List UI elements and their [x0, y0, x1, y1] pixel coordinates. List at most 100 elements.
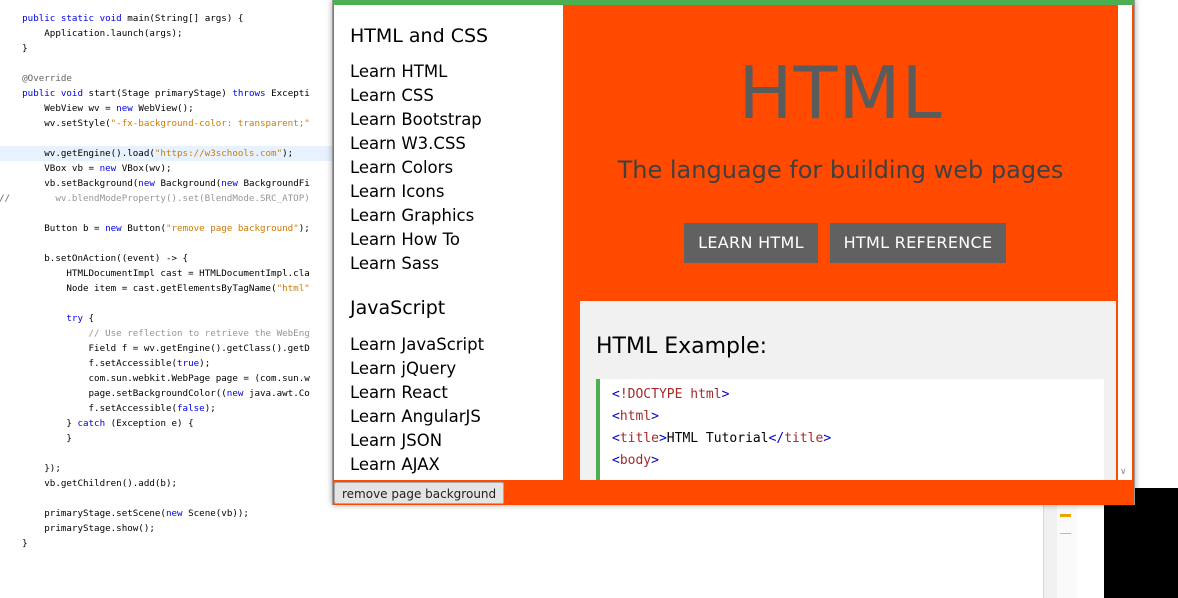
chevron-down-icon[interactable]: ∨	[1120, 467, 1127, 477]
warning-marker[interactable]	[1060, 514, 1071, 517]
code-line[interactable]: @Override	[0, 71, 340, 86]
code-line[interactable]	[0, 236, 340, 251]
code-line[interactable]: Node item = cast.getElementsByTagName("h…	[0, 281, 340, 296]
code-token: public static void	[22, 13, 122, 24]
example-code-line: <!DOCTYPE html>	[612, 387, 729, 402]
ide-error-stripe	[1057, 505, 1077, 598]
code-line[interactable]: // Use reflection to retrieve the WebEng	[0, 326, 340, 341]
code-token: );	[199, 358, 211, 369]
code-token: new	[165, 508, 183, 519]
code-line[interactable]: try {	[0, 311, 340, 326]
code-line[interactable]	[0, 206, 340, 221]
code-token: wv.getEngine().load(	[0, 148, 155, 159]
sidebar-link[interactable]: Learn Bootstrap	[350, 110, 482, 129]
code-line[interactable]	[0, 56, 340, 71]
code-line[interactable]: } catch (Exception e) {	[0, 416, 340, 431]
code-token: new	[99, 163, 117, 174]
code-token: java.awt.Co	[243, 388, 310, 399]
sidebar-link[interactable]: Learn jQuery	[350, 359, 456, 378]
code-token: throws	[232, 88, 266, 99]
code-line[interactable]: vb.setBackground(new Background(new Back…	[0, 176, 340, 191]
ide-scrollbar[interactable]	[1043, 505, 1058, 598]
remove-background-button[interactable]: remove page background	[334, 482, 505, 504]
sidebar-link[interactable]: Learn JSON	[350, 431, 442, 450]
code-line[interactable]: // wv.blendModeProperty().set(BlendMode.…	[0, 191, 340, 206]
code-line[interactable]: f.setAccessible(false);	[0, 401, 340, 416]
code-line[interactable]: public static void main(String[] args) {	[0, 11, 340, 26]
code-token: new	[138, 178, 155, 189]
code-token: >	[721, 387, 730, 402]
sidebar-link[interactable]: Learn HTML	[350, 62, 447, 81]
code-line[interactable]: WebView wv = new WebView();	[0, 101, 340, 116]
webview-scrollbar[interactable]: ∨	[1118, 5, 1132, 480]
code-line[interactable]: b.setOnAction((event) -> {	[0, 251, 340, 266]
code-token: HTMLDocumentImpl cast = HTMLDocumentImpl…	[0, 268, 310, 279]
code-token: HTML Tutorial	[666, 431, 769, 446]
code-token: public void	[22, 88, 83, 99]
sidebar-link[interactable]: Learn React	[350, 383, 448, 402]
code-line[interactable]: }	[0, 41, 340, 56]
code-token: com.sun.webkit.WebPage page = (com.sun.w	[0, 373, 310, 384]
code-line[interactable]	[0, 446, 340, 461]
code-line[interactable]: Field f = wv.getEngine().getClass().getD	[0, 341, 340, 356]
sidebar-link[interactable]: Learn AngularJS	[350, 407, 481, 426]
code-line[interactable]: primaryStage.setScene(new Scene(vb));	[0, 506, 340, 521]
example-code-line: <title>HTML Tutorial</title>	[612, 431, 831, 446]
code-token: try	[66, 313, 83, 324]
sidebar-link[interactable]: Learn W3.CSS	[350, 134, 466, 153]
code-line[interactable]: f.setAccessible(true);	[0, 356, 340, 371]
code-line[interactable]: Application.launch(args);	[0, 26, 340, 41]
sidebar-heading-javascript: JavaScript	[350, 297, 446, 319]
code-line[interactable]: }	[0, 536, 340, 551]
code-token: body	[619, 453, 652, 468]
code-token: Field f = wv.getEngine().getClass().getD	[0, 343, 310, 354]
code-line[interactable]: com.sun.webkit.WebPage page = (com.sun.w	[0, 371, 340, 386]
webview[interactable]: HTML and CSS Learn HTML Learn CSS Learn Bo…	[334, 5, 1118, 480]
html-reference-button[interactable]: HTML REFERENCE	[830, 223, 1006, 263]
code-line[interactable]	[0, 131, 340, 146]
code-area[interactable]: public static void main(String[] args) {…	[0, 11, 340, 551]
code-token: });	[0, 463, 61, 474]
code-token: WebView wv =	[0, 103, 117, 114]
code-line[interactable]	[0, 491, 340, 506]
code-token: new	[105, 223, 122, 234]
code-token: start(Stage primaryStage)	[83, 88, 233, 99]
learn-html-button[interactable]: LEARN HTML	[684, 223, 818, 263]
sidebar-link[interactable]: Learn Colors	[350, 158, 453, 177]
sidebar-link[interactable]: Learn CSS	[350, 86, 434, 105]
code-token: <	[612, 409, 620, 424]
code-line[interactable]: primaryStage.show();	[0, 521, 340, 536]
code-line[interactable]: public void start(Stage primaryStage) th…	[0, 86, 340, 101]
example-title: HTML Example:	[596, 334, 768, 359]
sidebar-link[interactable]: Learn Sass	[350, 254, 439, 273]
code-token: (Exception e) {	[105, 418, 194, 429]
code-token: Button(	[121, 223, 166, 234]
sidebar-link[interactable]: Learn How To	[350, 230, 460, 249]
sidebar-link[interactable]: Learn AJAX	[350, 455, 440, 474]
code-line[interactable]: VBox vb = new VBox(wv);	[0, 161, 340, 176]
code-token: catch	[77, 418, 106, 429]
code-line[interactable]: });	[0, 461, 340, 476]
code-line[interactable]: }	[0, 431, 340, 446]
sidebar: HTML and CSS Learn HTML Learn CSS Learn Bo…	[334, 5, 563, 480]
code-line[interactable]: wv.getEngine().load("https://w3schools.c…	[0, 146, 340, 161]
code-token: vb.getChildren().add(b);	[0, 478, 178, 489]
code-line[interactable]: HTMLDocumentImpl cast = HTMLDocumentImpl…	[0, 266, 340, 281]
sidebar-link[interactable]: Learn Icons	[350, 182, 444, 201]
code-line[interactable]: Button b = new Button("remove page backg…	[0, 221, 340, 236]
comment-gutter-mark: //	[0, 193, 11, 204]
code-token: // Use reflection to retrieve the WebEng	[88, 328, 310, 339]
code-line[interactable]: wv.setStyle("-fx-background-color: trans…	[0, 116, 340, 131]
code-token: WebView();	[132, 103, 194, 114]
code-token: VBox(wv);	[116, 163, 172, 174]
sidebar-link[interactable]: Learn JavaScript	[350, 335, 484, 354]
code-token: f.setAccessible(	[0, 358, 178, 369]
code-line[interactable]	[0, 296, 340, 311]
example-code-line: <html>	[612, 409, 659, 424]
code-line[interactable]: vb.getChildren().add(b);	[0, 476, 340, 491]
code-line[interactable]: page.setBackgroundColor((new java.awt.Co	[0, 386, 340, 401]
sidebar-link[interactable]: Learn Graphics	[350, 206, 474, 225]
